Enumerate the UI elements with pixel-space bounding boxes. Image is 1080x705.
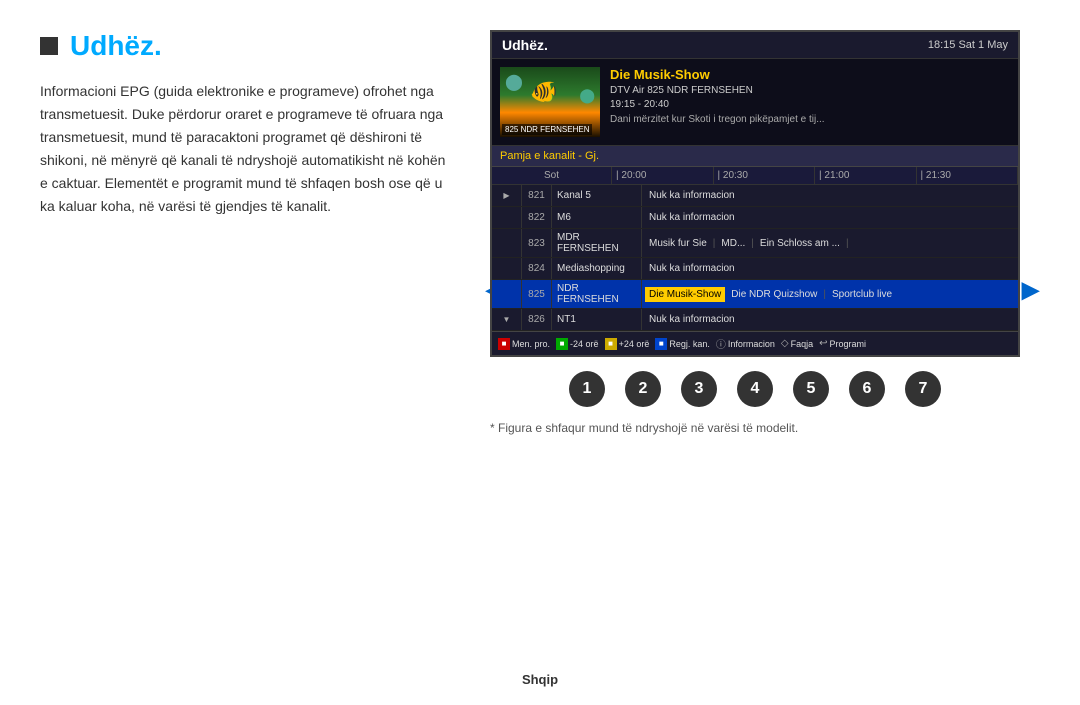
channel-row-824[interactable]: 824 Mediashopping Nuk ka informacion <box>492 258 1018 280</box>
time-slots: | 20:00 | 20:30 | 21:00 | 21:30 <box>612 167 1018 184</box>
info-icon: ⓘ <box>716 336 726 351</box>
language-label: Shqip <box>522 672 558 687</box>
toolbar-label-regj-kan: Regj. kan. <box>669 339 710 349</box>
footnote: * Figura e shfaqur mund të ndryshojë në … <box>490 421 1020 435</box>
circle-7: 7 <box>905 371 941 407</box>
channel-row-821[interactable]: ▶ 821 Kanal 5 Nuk ka informacion <box>492 185 1018 207</box>
row-arrow-821: ▶ <box>492 185 522 206</box>
show-time: 19:15 - 20:40 <box>610 99 1010 110</box>
toolbar-item-minus24[interactable]: ■ -24 orë <box>556 338 599 350</box>
epg-screen: Udhëz. 18:15 Sat 1 May 🐠 ⬤ ⬤ 825 NDR FER… <box>490 30 1020 357</box>
program-item: Ein Schloss am ... <box>756 236 844 251</box>
guide-bar: Pamja e kanalit - Gj. <box>492 146 1018 167</box>
epg-info: Die Musik-Show DTV Air 825 NDR FERNSEHEN… <box>610 67 1010 137</box>
toolbar-item-informacion[interactable]: ⓘ Informacion <box>716 336 775 351</box>
channel-row-826[interactable]: ▼ 826 NT1 Nuk ka informacion <box>492 309 1018 331</box>
show-channel: DTV Air 825 NDR FERNSEHEN <box>610 85 1010 96</box>
program-item: Musik fur Sie <box>645 236 711 251</box>
row-name-822: M6 <box>552 207 642 228</box>
row-programs-824: Nuk ka informacion <box>642 258 1018 279</box>
row-programs-821: Nuk ka informacion <box>642 185 1018 206</box>
row-name-825: NDR FERNSEHEN <box>552 280 642 308</box>
toolbar-label-plus24: +24 orë <box>619 339 650 349</box>
row-arrow-823 <box>492 229 522 257</box>
time-header-col-label: Sot <box>492 167 612 184</box>
time-slot-2: | 20:30 <box>714 167 816 184</box>
channel-row-823[interactable]: 823 MDR FERNSEHEN Musik fur Sie | MD... … <box>492 229 1018 258</box>
toolbar-item-regj-kan[interactable]: ■ Regj. kan. <box>655 338 710 350</box>
toolbar-label-men-pro: Men. pro. <box>512 339 550 349</box>
faqja-icon: ◇ <box>781 338 789 349</box>
epg-time: 18:15 Sat 1 May <box>928 39 1008 51</box>
circle-5: 5 <box>793 371 829 407</box>
toolbar-item-men-pro[interactable]: ■ Men. pro. <box>498 338 550 350</box>
program-highlight: Die Musik-Show <box>645 287 725 302</box>
right-column: ◀ Udhëz. 18:15 Sat 1 May 🐠 ⬤ ⬤ 825 NDR F… <box>470 30 1040 675</box>
time-slot-3: | 21:00 <box>815 167 917 184</box>
green-button-icon: ■ <box>556 338 568 350</box>
time-slot-4: | 21:30 <box>917 167 1019 184</box>
row-arrow-825 <box>492 280 522 308</box>
row-num-823: 823 <box>522 229 552 257</box>
epg-toolbar: ■ Men. pro. ■ -24 orë ■ +24 orë ■ Regj. … <box>492 331 1018 355</box>
time-slot-1: | 20:00 <box>612 167 714 184</box>
circle-6: 6 <box>849 371 885 407</box>
row-name-823: MDR FERNSEHEN <box>552 229 642 257</box>
left-column: Udhëz. Informacioni EPG (guida elektroni… <box>40 30 470 675</box>
circle-2: 2 <box>625 371 661 407</box>
program-item: Nuk ka informacion <box>645 261 739 276</box>
circle-1: 1 <box>569 371 605 407</box>
row-num-824: 824 <box>522 258 552 279</box>
toolbar-label-minus24: -24 orë <box>570 339 599 349</box>
row-programs-822: Nuk ka informacion <box>642 207 1018 228</box>
program-item: Die NDR Quizshow <box>727 287 821 302</box>
toolbar-label-faqja: Faqja <box>791 339 814 349</box>
row-num-825: 825 <box>522 280 552 308</box>
epg-preview: 🐠 ⬤ ⬤ 825 NDR FERNSEHEN Die Musik-Show D… <box>492 59 1018 146</box>
show-title: Die Musik-Show <box>610 67 1010 82</box>
row-name-826: NT1 <box>552 309 642 330</box>
row-num-821: 821 <box>522 185 552 206</box>
epg-title: Udhëz. <box>502 37 548 53</box>
red-button-icon: ■ <box>498 338 510 350</box>
title-square-icon <box>40 37 58 55</box>
epg-thumbnail: 🐠 ⬤ ⬤ 825 NDR FERNSEHEN <box>500 67 600 137</box>
toolbar-item-plus24[interactable]: ■ +24 orë <box>605 338 650 350</box>
toolbar-label-informacion: Informacion <box>728 339 775 349</box>
toolbar-item-programi[interactable]: ↩ Programi <box>819 338 866 349</box>
row-name-821: Kanal 5 <box>552 185 642 206</box>
row-name-824: Mediashopping <box>552 258 642 279</box>
number-circles: 1 2 3 4 5 6 7 <box>569 371 941 407</box>
epg-header: Udhëz. 18:15 Sat 1 May <box>492 32 1018 59</box>
circle-3: 3 <box>681 371 717 407</box>
row-programs-825: Die Musik-Show Die NDR Quizshow | Sportc… <box>642 280 1018 308</box>
show-desc: Dani mërzitet kur Skoti i tregon pikëpam… <box>610 113 1010 126</box>
circle-4: 4 <box>737 371 773 407</box>
body-text: Informacioni EPG (guida elektronike e pr… <box>40 80 450 219</box>
thumbnail-label: 825 NDR FERNSEHEN <box>502 124 592 135</box>
program-item: Nuk ka informacion <box>645 188 739 203</box>
program-item: Sportclub live <box>828 287 896 302</box>
channel-row-822[interactable]: 822 M6 Nuk ka informacion <box>492 207 1018 229</box>
programi-icon: ↩ <box>819 338 827 349</box>
nav-arrow-right[interactable]: ▶ <box>1022 276 1040 305</box>
row-num-826: 826 <box>522 309 552 330</box>
row-programs-823: Musik fur Sie | MD... | Ein Schloss am .… <box>642 229 1018 257</box>
row-arrow-826: ▼ <box>492 309 522 330</box>
row-arrow-824 <box>492 258 522 279</box>
channel-row-825[interactable]: 825 NDR FERNSEHEN Die Musik-Show Die NDR… <box>492 280 1018 309</box>
blue-button-icon: ■ <box>655 338 667 350</box>
row-num-822: 822 <box>522 207 552 228</box>
row-programs-826: Nuk ka informacion <box>642 309 1018 330</box>
row-arrow-822 <box>492 207 522 228</box>
toolbar-label-programi: Programi <box>830 339 867 349</box>
yellow-button-icon: ■ <box>605 338 617 350</box>
toolbar-item-faqja[interactable]: ◇ Faqja <box>781 338 813 349</box>
program-item: Nuk ka informacion <box>645 210 739 225</box>
program-item: Nuk ka informacion <box>645 312 739 327</box>
page-title: Udhëz. <box>40 30 450 62</box>
program-item: MD... <box>717 236 749 251</box>
time-header-row: Sot | 20:00 | 20:30 | 21:00 | 21:30 <box>492 167 1018 185</box>
